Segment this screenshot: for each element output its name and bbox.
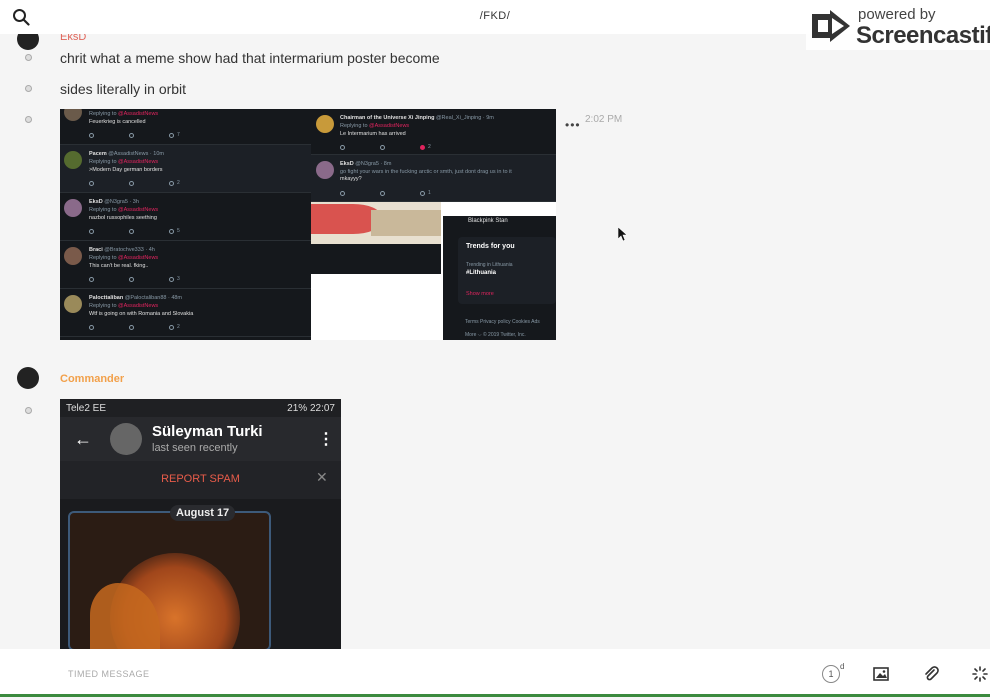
tweet-name: Pacem — [89, 151, 107, 157]
image-icon[interactable] — [873, 666, 889, 682]
tweet-row: Replying to @AssadistNews Feuerkrieg is … — [60, 109, 311, 145]
phone-contact-name: Süleyman Turki — [152, 423, 263, 440]
tweet-avatar — [316, 161, 334, 179]
tweet-reply-handle: @AssadistNews — [118, 255, 159, 261]
tweet-row: Braci @Bratochve333 · 4h Replying to @As… — [60, 241, 311, 289]
tweet-avatar — [64, 199, 82, 217]
tweet-actions: 1 — [340, 190, 500, 197]
phone-status-bar: Tele2 EE 21% 22:07 — [60, 399, 341, 417]
twitter-footer: Terms Privacy policy Cookies Ads — [465, 319, 540, 325]
report-spam-label: REPORT SPAM — [161, 473, 240, 485]
tweet-body: nazbol russophiles seething — [89, 215, 157, 221]
message-status-icon — [25, 407, 32, 414]
tweet-body: Wtf is going on with Romania and Slovaki… — [89, 311, 194, 317]
phone-carrier: Tele2 EE — [66, 403, 107, 414]
tweet-body: Feuerkrieg is cancelled — [89, 119, 146, 125]
timed-message-input[interactable]: TIMED MESSAGE — [68, 669, 150, 679]
kebab-menu-icon: ⋮ — [318, 431, 334, 448]
tweet-actions: 2 — [89, 180, 249, 187]
tweet-name: Palocttaliban — [89, 295, 124, 301]
tweet-map-image — [311, 202, 441, 244]
tweet-reply-handle: @AssadistNews — [369, 123, 410, 129]
tweet-name: EksD — [340, 161, 354, 167]
tweet-body: Le Intermarium has arrived — [340, 131, 406, 137]
loading-spinner-icon — [972, 666, 988, 682]
message-text: sides literally in orbit — [60, 81, 187, 97]
sidebar-stan-label: Blackpink Stan — [468, 218, 508, 224]
phone-date-badge: August 17 — [170, 505, 236, 521]
tweet-blank-area — [311, 274, 443, 340]
tweet-reply-handle: @AssadistNews — [118, 159, 159, 165]
phone-contact-avatar — [110, 423, 142, 455]
tweet-row: Palocttaliban @Paloctaliban88 · 48m Repl… — [60, 289, 311, 337]
avatar[interactable] — [17, 34, 39, 50]
tweet-avatar — [316, 115, 334, 133]
tweet-row: EksD @N3gra5 · 3h Replying to @AssadistN… — [60, 193, 311, 241]
message-timestamp: 2:02 PM — [585, 114, 623, 125]
tweet-thread-panel-right: Chairman of the Universe Xi Jinping @Rea… — [311, 109, 556, 202]
more-options-icon[interactable]: ••• — [565, 118, 581, 132]
tweet-body: >Modern Day german borders — [89, 167, 163, 173]
tweet-name: Braci — [89, 247, 103, 253]
tweet-row: Pacem @AssadistNews · 10m Replying to @A… — [60, 145, 311, 193]
message-status-icon — [25, 54, 32, 61]
phone-battery-time: 21% 22:07 — [287, 403, 335, 414]
timer-unit: d — [840, 662, 845, 671]
message-image-attachment[interactable]: Tele2 EE 21% 22:07 ← Süleyman Turki last… — [60, 399, 341, 649]
tweet-reply-handle: @AssadistNews — [118, 111, 159, 117]
tweet-body: This can't be real. fking.. — [89, 263, 149, 269]
tweet-actions-strip — [311, 244, 441, 274]
message-status-icon — [25, 116, 32, 123]
tweet-actions: 7 — [89, 132, 249, 139]
phone-chat-header: ← Süleyman Turki last seen recently ⋮ — [60, 417, 341, 461]
tweet-reply-handle: @AssadistNews — [118, 303, 159, 309]
trend-item: #Lithuania — [466, 270, 497, 276]
timer-icon[interactable]: 1 — [822, 665, 840, 683]
tweet-row: EksD @N3gra5 · 8m go fight your wars in … — [311, 155, 556, 202]
tweet-thread-panel: Replying to @AssadistNews Feuerkrieg is … — [60, 109, 311, 340]
attachment-icon[interactable] — [923, 666, 939, 682]
message-status-icon — [25, 85, 32, 92]
trends-show-more: Show more — [466, 291, 494, 297]
composer-bar: TIMED MESSAGE 1 d — [0, 649, 990, 697]
message-username[interactable]: Commander — [60, 373, 124, 385]
phone-last-seen: last seen recently — [152, 442, 238, 454]
tweet-actions: 5 — [89, 228, 249, 235]
tweet-avatar — [64, 109, 82, 121]
twitter-footer-copyright: More ⌵ © 2019 Twitter, Inc. — [465, 332, 526, 338]
tweet-reply-handle: @AssadistNews — [118, 207, 159, 213]
message-image-attachment[interactable]: Replying to @AssadistNews Feuerkrieg is … — [60, 109, 556, 340]
tweet-name: EksD — [89, 199, 103, 205]
message-text: chrit what a meme show had that intermar… — [60, 50, 440, 66]
watermark-powered-by: powered by — [858, 6, 936, 23]
tweet-body: go fight your wars in the fucking arctic… — [340, 169, 512, 175]
trends-subtitle: Trending in Lithuania — [466, 262, 513, 268]
tweet-actions: 3 — [89, 276, 249, 283]
tweet-body-continued: mkayyy? — [340, 176, 362, 182]
mouse-cursor-icon — [618, 227, 628, 241]
trends-panel: Trends for you Trending in Lithuania #Li… — [458, 237, 556, 304]
tweet-actions: 2 — [89, 324, 249, 331]
tweet-name: Chairman of the Universe Xi Jinping — [340, 115, 435, 121]
tweet-avatar — [64, 295, 82, 313]
back-arrow-icon: ← — [74, 429, 92, 449]
tweet-row: Chairman of the Universe Xi Jinping @Rea… — [311, 109, 556, 155]
tweet-avatar — [64, 151, 82, 169]
message-username[interactable]: EksD — [60, 34, 86, 43]
tweet-actions: 2 — [340, 144, 500, 151]
avatar[interactable] — [17, 367, 39, 389]
close-icon: ✕ — [316, 469, 328, 485]
phone-report-spam-bar: REPORT SPAM ✕ — [60, 461, 341, 499]
tweet-avatar — [64, 247, 82, 265]
message-feed[interactable]: EksD chrit what a meme show had that int… — [0, 34, 990, 649]
phone-shared-image — [68, 511, 271, 649]
trends-title: Trends for you — [466, 243, 515, 250]
